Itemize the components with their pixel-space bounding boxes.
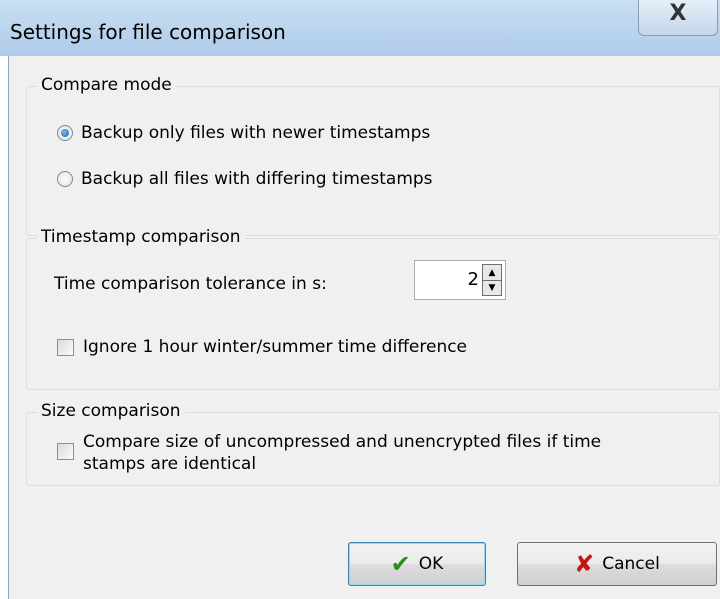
ok-button[interactable]: ✔ OK [348,542,486,586]
spin-down-icon[interactable]: ▼ [483,280,501,295]
ok-label: OK [418,554,444,574]
tolerance-row: Time comparison tolerance in s: [54,274,327,294]
dialog-body: Compare mode Backup only files with newe… [8,56,720,599]
timestamp-comparison-group: Timestamp comparison Time comparison tol… [26,227,720,390]
size-comparison-label: Size comparison [37,401,185,421]
x-icon: ✘ [574,550,595,578]
ignore-dst-label: Ignore 1 hour winter/summer time differe… [83,337,468,357]
ignore-dst-checkbox[interactable] [57,338,74,356]
compare-size-row[interactable]: Compare size of uncompressed and unencry… [57,431,601,475]
spinner-buttons[interactable]: ▲ ▼ [482,264,502,296]
tolerance-label: Time comparison tolerance in s: [54,274,327,294]
radio-differing-timestamps[interactable]: Backup all files with differing timestam… [57,169,433,189]
radio-differing-label: Backup all files with differing timestam… [81,169,433,189]
compare-size-label-line1: Compare size of uncompressed and unencry… [83,432,602,452]
compare-size-label: Compare size of uncompressed and unencry… [83,431,601,475]
close-icon: X [669,1,687,26]
compare-mode-group: Compare mode Backup only files with newe… [26,75,720,236]
compare-size-checkbox[interactable] [57,443,74,460]
cancel-button[interactable]: ✘ Cancel [517,542,717,586]
radio-newer-timestamps[interactable]: Backup only files with newer timestamps [57,123,430,143]
radio-button-checked[interactable] [57,125,73,141]
title-bar: Settings for file comparison X [0,0,720,56]
compare-mode-label: Compare mode [37,75,176,95]
close-button[interactable]: X [638,0,718,36]
checkmark-icon: ✔ [390,550,411,578]
radio-button[interactable] [57,171,73,187]
timestamp-comparison-label: Timestamp comparison [37,227,245,247]
spin-up-icon[interactable]: ▲ [483,265,501,281]
size-comparison-group: Size comparison Compare size of uncompre… [26,401,720,486]
window-title: Settings for file comparison [10,20,286,44]
compare-size-label-line2: stamps are identical [83,454,257,474]
ignore-dst-row[interactable]: Ignore 1 hour winter/summer time differe… [57,337,467,357]
cancel-label: Cancel [602,554,660,574]
tolerance-spinbox[interactable]: 2 ▲ ▼ [414,260,506,300]
radio-newer-label: Backup only files with newer timestamps [81,123,431,143]
tolerance-value[interactable]: 2 [468,269,479,290]
